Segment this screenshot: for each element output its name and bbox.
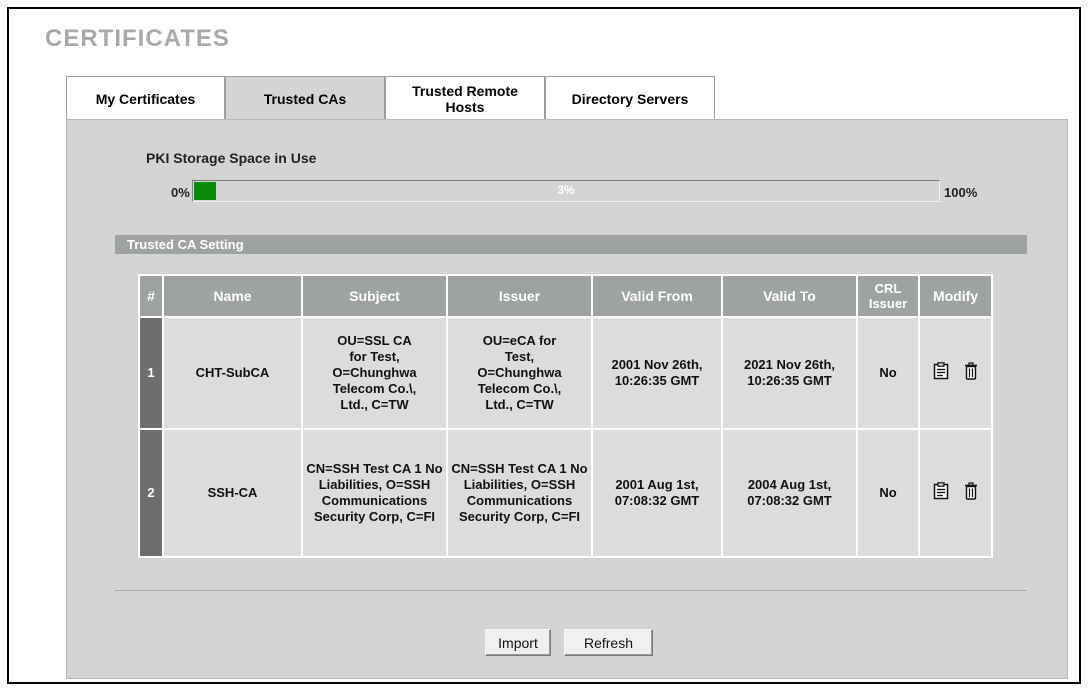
tab-trusted-remote-hosts[interactable]: Trusted Remote Hosts xyxy=(385,76,545,120)
delete-icon[interactable] xyxy=(964,482,978,504)
table-row: 1 CHT-SubCA OU=SSL CA for Test, O=Chungh… xyxy=(138,316,993,430)
row-valid-to: 2004 Aug 1st, 07:08:32 GMT xyxy=(721,428,858,558)
row-issuer: CN=SSH Test CA 1 No Liabilities, O=SSH C… xyxy=(446,428,593,558)
row-issuer: OU=eCA for Test, O=Chunghwa Telecom Co.\… xyxy=(446,316,593,430)
row-valid-from: 2001 Aug 1st, 07:08:32 GMT xyxy=(591,428,723,558)
row-subject: CN=SSH Test CA 1 No Liabilities, O=SSH C… xyxy=(301,428,448,558)
row-modify xyxy=(918,428,993,558)
edit-icon[interactable] xyxy=(933,362,949,384)
page-title: CERTIFICATES xyxy=(45,25,230,52)
pki-storage-usage-label: 3% xyxy=(557,183,575,197)
table-row: 2 SSH-CA CN=SSH Test CA 1 No Liabilities… xyxy=(138,428,993,558)
trusted-ca-table: # Name Subject Issuer Valid From Valid T… xyxy=(138,274,993,558)
row-number: 1 xyxy=(138,316,164,430)
pki-storage-min-label: 0% xyxy=(171,185,190,200)
tab-my-certificates[interactable]: My Certificates xyxy=(66,76,225,120)
import-button[interactable]: Import xyxy=(485,629,551,656)
window-frame: CERTIFICATES My Certificates Trusted CAs… xyxy=(7,7,1081,684)
pki-storage-title: PKI Storage Space in Use xyxy=(146,150,317,166)
divider xyxy=(115,590,1027,591)
row-number: 2 xyxy=(138,428,164,558)
trusted-cas-panel: PKI Storage Space in Use 0% 3% 100% Trus… xyxy=(66,119,1068,679)
row-name: CHT-SubCA xyxy=(162,316,303,430)
row-valid-from: 2001 Nov 26th, 10:26:35 GMT xyxy=(591,316,723,430)
row-name: SSH-CA xyxy=(162,428,303,558)
row-modify xyxy=(918,316,993,430)
delete-icon[interactable] xyxy=(964,362,978,384)
column-header-name: Name xyxy=(162,274,303,318)
pki-storage-progress-bar: 3% xyxy=(192,180,940,202)
column-header-valid-to: Valid To xyxy=(721,274,858,318)
row-valid-to: 2021 Nov 26th, 10:26:35 GMT xyxy=(721,316,858,430)
table-header-row: # Name Subject Issuer Valid From Valid T… xyxy=(138,274,993,318)
column-header-modify: Modify xyxy=(918,274,993,318)
section-header: Trusted CA Setting xyxy=(115,235,1027,254)
column-header-crl-issuer: CRL Issuer xyxy=(856,274,920,318)
column-header-number: # xyxy=(138,274,164,318)
row-subject: OU=SSL CA for Test, O=Chunghwa Telecom C… xyxy=(301,316,448,430)
row-crl-issuer: No xyxy=(856,316,920,430)
pki-storage-max-label: 100% xyxy=(944,185,978,200)
tab-trusted-cas[interactable]: Trusted CAs xyxy=(225,76,385,120)
column-header-valid-from: Valid From xyxy=(591,274,723,318)
column-header-subject: Subject xyxy=(301,274,448,318)
row-crl-issuer: No xyxy=(856,428,920,558)
edit-icon[interactable] xyxy=(933,482,949,504)
tab-directory-servers[interactable]: Directory Servers xyxy=(545,76,715,120)
refresh-button[interactable]: Refresh xyxy=(564,629,653,656)
column-header-issuer: Issuer xyxy=(446,274,593,318)
